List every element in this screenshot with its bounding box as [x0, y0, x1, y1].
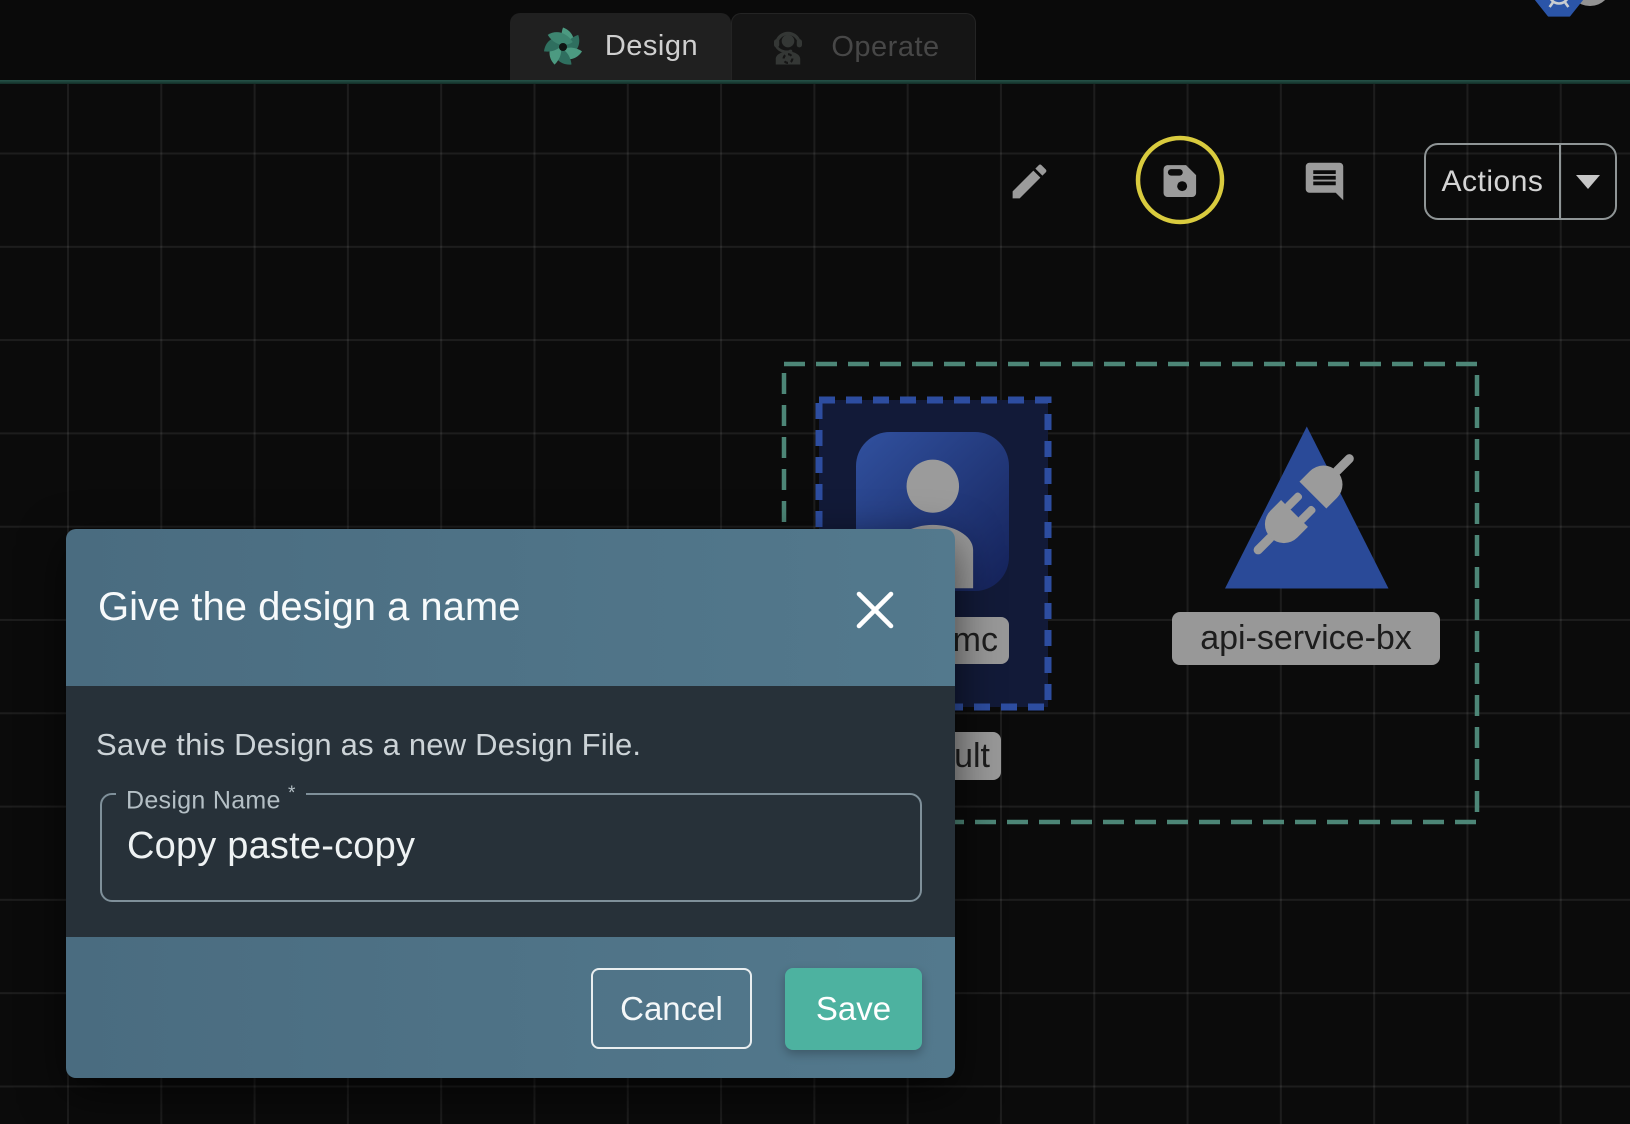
edit-pencil-icon[interactable] [1007, 159, 1052, 204]
kubernetes-logo-icon [1536, 0, 1583, 16]
tab-design-label: Design [605, 30, 698, 63]
dialog-title: Give the design a name [98, 585, 520, 630]
dialog-footer: Cancel Save [66, 937, 955, 1078]
actions-button[interactable]: Actions [1426, 145, 1559, 218]
dialog-description: Save this Design as a new Design File. [96, 727, 641, 763]
meshery-logo-icon [543, 27, 583, 67]
design-name-label: Design Name * [116, 779, 306, 815]
cancel-button[interactable]: Cancel [591, 968, 752, 1049]
actions-split-button: Actions [1424, 143, 1617, 220]
tab-operate[interactable]: Operate [731, 13, 976, 80]
design-name-input[interactable] [127, 825, 897, 868]
tab-design[interactable]: Design [510, 13, 731, 80]
corner-logos [1510, 0, 1630, 26]
comment-icon[interactable] [1302, 159, 1347, 204]
top-navigation-bar: Design Operate [0, 0, 1630, 80]
header-divider [0, 80, 1630, 84]
close-button[interactable] [851, 586, 899, 634]
design-name-field: Design Name * [100, 793, 922, 902]
actions-dropdown-button[interactable] [1559, 145, 1615, 218]
save-button-highlighted[interactable] [1133, 135, 1227, 229]
dialog-body: Save this Design as a new Design File. D… [66, 686, 955, 937]
dialog-header: Give the design a name [66, 529, 955, 686]
tab-operate-label: Operate [831, 31, 939, 64]
node-api-service-label: api-service-bx [1172, 612, 1440, 665]
mode-tabs: Design Operate [510, 13, 976, 80]
save-floppy-icon [1164, 165, 1197, 197]
save-button[interactable]: Save [785, 968, 922, 1050]
save-design-dialog: Give the design a name Save this Design … [66, 529, 955, 1078]
app-window: Design Operate [0, 0, 1630, 1124]
chevron-down-icon [1575, 174, 1601, 190]
support-agent-icon [767, 26, 809, 68]
close-icon [855, 590, 895, 630]
